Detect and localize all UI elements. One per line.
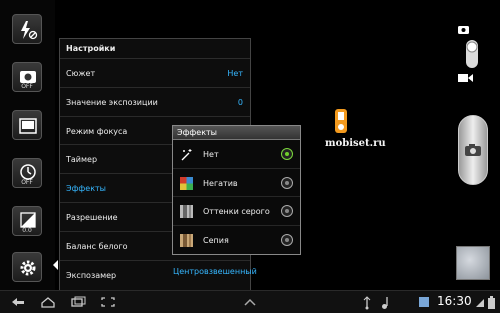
- flash-off-button[interactable]: [12, 14, 42, 44]
- timer-off-label: OFF: [21, 179, 33, 186]
- recent-apps-icon[interactable]: [70, 296, 86, 308]
- settings-title: Настройки: [60, 39, 250, 59]
- shutter-button[interactable]: [458, 115, 488, 185]
- radio-icon[interactable]: [281, 205, 293, 217]
- left-toolbar: OFF OFF 0.0: [0, 0, 58, 290]
- negative-icon: [180, 176, 193, 190]
- setting-label: Режим фокуса: [66, 126, 128, 136]
- exposure-button[interactable]: 0.0: [12, 206, 42, 236]
- setting-exposure-value[interactable]: Значение экспозиции 0: [60, 88, 250, 117]
- active-menu-caret: [53, 260, 58, 270]
- back-icon[interactable]: [10, 296, 26, 308]
- sepia-icon: [180, 233, 193, 247]
- camera-video-mode-switch[interactable]: [455, 22, 489, 86]
- setting-label: Баланс белого: [66, 241, 128, 251]
- setting-label: Экспозамер: [66, 270, 117, 280]
- grayscale-icon: [180, 205, 193, 218]
- shooting-mode-off-label: OFF: [21, 83, 33, 90]
- effect-option-negative[interactable]: Негатив: [173, 169, 300, 197]
- effect-label: Сепия: [203, 235, 229, 245]
- scene-icon: [19, 118, 37, 134]
- effect-label: Оттенки серого: [203, 207, 270, 216]
- setting-value: Нет: [227, 69, 243, 78]
- music-note-icon: [382, 297, 388, 309]
- last-photo-thumbnail[interactable]: [456, 246, 490, 280]
- setting-value: 0: [237, 97, 243, 107]
- camera-icon: [465, 144, 481, 156]
- wifi-icon: [476, 299, 484, 307]
- screenshot-icon[interactable]: [100, 296, 116, 308]
- setting-label: Эффекты: [66, 184, 106, 194]
- setting-label: Сюжет: [66, 69, 96, 78]
- usb-icon: [363, 296, 371, 310]
- effect-label: Негатив: [203, 178, 238, 188]
- settings-gear-icon: [20, 260, 36, 276]
- scene-button[interactable]: [12, 110, 42, 140]
- home-icon[interactable]: [40, 296, 56, 308]
- effects-title: Эффекты: [173, 126, 300, 140]
- flash-off-icon: [21, 21, 38, 40]
- gallery-notification-icon: [419, 297, 429, 307]
- setting-value: Центровзвешенный: [173, 266, 257, 276]
- magic-wand-icon: [181, 149, 192, 161]
- shooting-mode-button[interactable]: OFF: [12, 62, 42, 92]
- effect-option-grayscale[interactable]: Оттенки серого: [173, 197, 300, 226]
- system-bar: 16:30: [0, 290, 500, 313]
- setting-metering[interactable]: Экспозамер Центровзвешенный: [60, 261, 257, 290]
- radio-icon[interactable]: [281, 233, 293, 246]
- effect-label: Нет: [203, 150, 219, 159]
- timer-button[interactable]: OFF: [12, 158, 42, 188]
- effects-popup: Эффекты Нет Негатив Оттенки серого Сепия: [172, 125, 301, 255]
- setting-scene[interactable]: Сюжет Нет: [60, 59, 250, 88]
- effect-option-none[interactable]: Нет: [173, 140, 300, 169]
- radio-selected-icon[interactable]: [281, 148, 293, 160]
- setting-label: Значение экспозиции: [66, 97, 158, 107]
- radio-icon[interactable]: [281, 176, 293, 189]
- watermark-text: mobiset.ru: [325, 138, 386, 149]
- setting-label: Разрешение: [66, 212, 118, 222]
- mobiset-logo-icon: [335, 109, 347, 133]
- battery-icon: [488, 296, 495, 309]
- right-toolbar: [445, 0, 500, 290]
- settings-button[interactable]: [12, 252, 42, 282]
- effect-option-sepia[interactable]: Сепия: [173, 226, 300, 255]
- chevron-up-icon[interactable]: [243, 296, 257, 308]
- clock-time: 16:30: [437, 294, 472, 308]
- exposure-value-label: 0.0: [22, 227, 32, 234]
- setting-label: Таймер: [66, 155, 98, 165]
